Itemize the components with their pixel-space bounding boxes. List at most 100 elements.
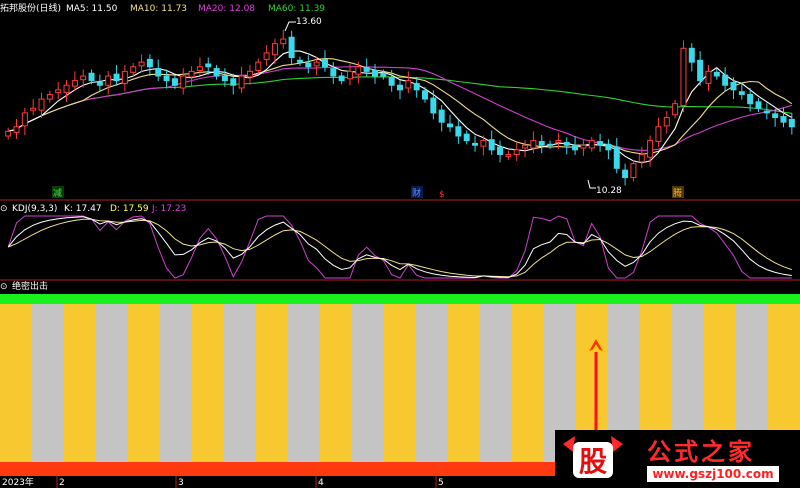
candle-body (380, 72, 387, 77)
kdj-d-line (8, 218, 792, 278)
candle-body (221, 75, 228, 82)
candle-body (422, 90, 429, 100)
candle-body (597, 141, 604, 146)
kdj-panel (7, 215, 792, 279)
candle-body (230, 78, 237, 86)
signal-band (256, 304, 289, 464)
kdj-collapse-icon[interactable]: ⊙ (0, 204, 8, 214)
indicator-title: 绝密出击 (12, 280, 48, 292)
candle-body (438, 109, 445, 123)
candle-body (213, 68, 220, 77)
low-price-annotation: 10.28 (596, 186, 622, 196)
watermark-title: 公式之家 (647, 438, 755, 466)
candle-body (722, 74, 729, 86)
candle-body (772, 113, 779, 119)
candle-body (313, 61, 320, 67)
event-marker-4[interactable]: 腾 (673, 187, 682, 199)
signal-band (192, 304, 225, 464)
ma10-label: MA10: 11.73 (130, 4, 187, 14)
candle-body (488, 139, 495, 151)
candle-body (13, 126, 20, 133)
candle-body (397, 84, 403, 91)
kdj-k-line (7, 216, 792, 279)
candle-body (346, 70, 353, 80)
candle-body (405, 80, 412, 89)
candle-body (196, 66, 203, 71)
candle-body (697, 59, 704, 82)
candle-body (780, 116, 787, 123)
candle-body (622, 169, 629, 179)
signal-band (160, 304, 193, 464)
candle-body (355, 66, 362, 75)
candle-body (238, 75, 245, 89)
candle-body (21, 112, 28, 127)
candle-body (305, 62, 312, 68)
kdj-d-value: D: 17.59 (110, 204, 149, 214)
candle-body (55, 89, 62, 94)
stock-title: 拓邦股份(日线) (0, 2, 61, 14)
signal-band (480, 304, 513, 464)
event-marker-1[interactable]: 减 (53, 187, 62, 199)
candle-body (413, 82, 420, 91)
candle-body (246, 70, 253, 78)
candle-body (388, 77, 395, 86)
high-price-pointer (284, 21, 296, 32)
indicator-collapse-icon[interactable]: ⊙ (0, 282, 8, 292)
candle-body (447, 123, 454, 128)
signal-band (384, 304, 417, 464)
kdj-j-value: J: 17.23 (151, 204, 186, 214)
event-marker-3[interactable]: $ (439, 190, 445, 200)
candle-body (5, 130, 12, 137)
candle-body (463, 133, 470, 142)
candle-body (288, 36, 295, 59)
price-panel (5, 29, 795, 186)
candle-body (580, 144, 587, 149)
candle-body (46, 93, 53, 100)
candle-body (80, 75, 87, 81)
candle-body (688, 47, 695, 63)
candle-body (630, 163, 637, 179)
candle-body (113, 73, 120, 82)
candle-body (730, 81, 737, 91)
candle-body (138, 61, 145, 67)
signal-band (352, 304, 385, 464)
candle-body (280, 38, 287, 45)
candle-body (497, 146, 504, 155)
candle-body (455, 126, 462, 137)
candle-body (430, 97, 437, 114)
kdj-title: KDJ(9,3,3) (12, 204, 57, 214)
candle-body (96, 81, 103, 86)
candle-body (655, 126, 662, 143)
xaxis-year: 2023年 (2, 476, 34, 488)
xaxis-label-2: 2 (59, 478, 65, 488)
candle-body (205, 63, 212, 68)
candle-body (88, 72, 95, 82)
candle-body (788, 118, 795, 128)
candle-body (188, 70, 195, 78)
candle-body (647, 140, 654, 158)
candle-body (605, 143, 612, 151)
candle-body (738, 91, 745, 95)
candle-body (30, 107, 37, 111)
candle-body (130, 66, 137, 73)
candle-body (755, 101, 762, 109)
candle-body (672, 103, 679, 116)
candle-body (713, 71, 720, 77)
candle-body (38, 98, 45, 111)
chart-canvas: 拓邦股份(日线) MA5: 11.50 MA10: 11.73 MA20: 12… (0, 2, 800, 488)
candle-body (572, 144, 579, 151)
candle-body (538, 141, 545, 146)
xaxis-label-4: 4 (318, 478, 324, 488)
event-marker-2[interactable]: 财 (412, 187, 421, 199)
candle-body (522, 144, 529, 149)
candle-body (330, 68, 337, 77)
candle-body (747, 93, 754, 105)
candle-body (371, 69, 378, 77)
candle-body (271, 43, 278, 56)
candle-body (613, 146, 620, 169)
kdj-j-line (7, 215, 792, 279)
watermark-url: www.gszj100.com (647, 466, 779, 482)
candle-body (705, 70, 712, 84)
signal-band (320, 304, 353, 464)
candle-body (563, 141, 570, 146)
